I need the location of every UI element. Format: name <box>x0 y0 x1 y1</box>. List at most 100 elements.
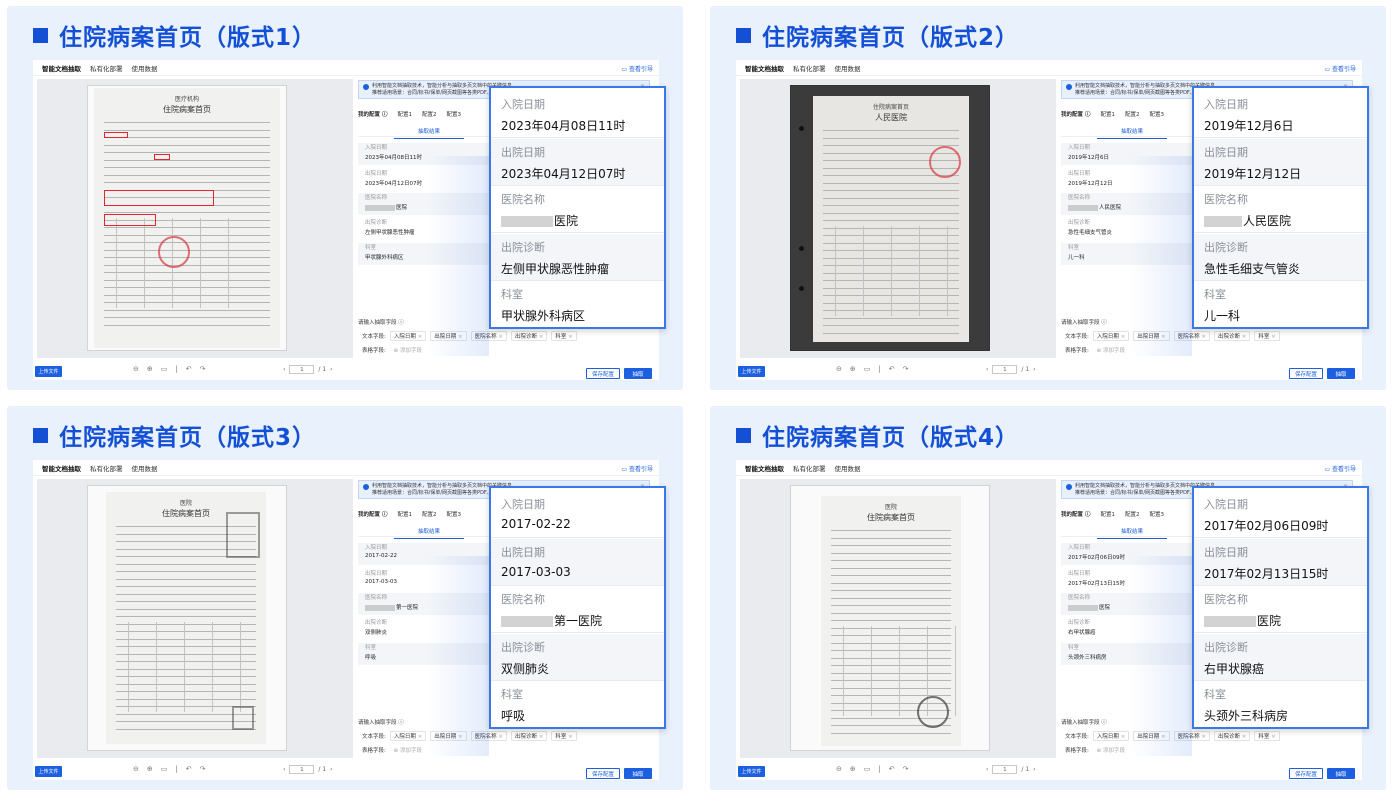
config-tab-1[interactable]: 配置1 <box>397 510 412 518</box>
config-tab-1[interactable]: 配置1 <box>1100 510 1115 518</box>
zoom-in-icon[interactable]: ⊕ <box>850 365 856 373</box>
tab-smart-extract[interactable]: 智能文档抽取 <box>745 63 784 73</box>
help-icon[interactable]: ⓘ <box>398 720 404 726</box>
page-input[interactable]: 1 <box>289 365 315 374</box>
field-chip[interactable]: 入院日期 × <box>1092 331 1130 341</box>
field-chip[interactable]: 出院诊断 × <box>1213 731 1251 741</box>
save-config-button[interactable]: 保存配置 <box>1289 768 1323 779</box>
chevron-left-icon[interactable]: ‹ <box>283 366 285 373</box>
close-icon[interactable]: × <box>1240 334 1247 340</box>
zoom-in-icon[interactable]: ⊕ <box>850 765 856 773</box>
extract-button[interactable]: 抽取 <box>1327 368 1355 379</box>
zoom-in-icon[interactable]: ⊕ <box>147 765 153 773</box>
tab-private-deploy[interactable]: 私有化部署 <box>793 463 826 473</box>
field-chip[interactable]: 科室 × <box>551 731 577 741</box>
tab-smart-extract[interactable]: 智能文档抽取 <box>42 63 81 73</box>
config-tab-2[interactable]: 配置2 <box>1125 510 1140 518</box>
view-guide-link[interactable]: ▭ 查看引导 <box>1324 64 1356 73</box>
fit-icon[interactable]: ▭ <box>161 765 168 773</box>
help-icon[interactable]: ⓘ <box>1085 512 1091 518</box>
field-chip[interactable]: 入院日期 × <box>1092 731 1130 741</box>
chevron-right-icon[interactable]: › <box>1033 766 1035 773</box>
rotate-left-icon[interactable]: ↶ <box>186 365 192 373</box>
close-icon[interactable]: × <box>537 334 544 340</box>
config-tab-2[interactable]: 配置2 <box>422 110 437 118</box>
close-icon[interactable]: × <box>1200 734 1206 740</box>
close-icon[interactable]: × <box>416 734 423 740</box>
chevron-left-icon[interactable]: ‹ <box>986 766 988 773</box>
close-icon[interactable]: × <box>1119 734 1126 740</box>
view-guide-link[interactable]: ▭ 查看引导 <box>1324 464 1356 473</box>
view-guide-link[interactable]: ▭ 查看引导 <box>621 64 653 73</box>
close-icon[interactable]: × <box>1240 734 1247 740</box>
rotate-left-icon[interactable]: ↶ <box>889 765 895 773</box>
save-config-button[interactable]: 保存配置 <box>586 768 620 779</box>
close-icon[interactable]: × <box>497 334 503 340</box>
close-icon[interactable]: × <box>566 334 573 340</box>
tab-private-deploy[interactable]: 私有化部署 <box>793 63 826 73</box>
zoom-out-icon[interactable]: ⊖ <box>836 365 842 373</box>
help-icon[interactable]: ⓘ <box>398 320 404 326</box>
close-icon[interactable]: × <box>566 734 573 740</box>
upload-file-button[interactable]: 上传文件 <box>738 366 765 377</box>
chevron-right-icon[interactable]: › <box>330 366 332 373</box>
tab-extract-result[interactable]: 抽取结果 <box>1097 527 1167 539</box>
config-tab-1[interactable]: 配置1 <box>397 110 412 118</box>
extract-button[interactable]: 抽取 <box>624 368 652 379</box>
close-icon[interactable]: × <box>1269 334 1276 340</box>
close-icon[interactable]: × <box>1119 334 1126 340</box>
add-field-button[interactable]: ⊕ 添加字段 <box>1097 348 1125 354</box>
rotate-right-icon[interactable]: ↷ <box>200 365 206 373</box>
tab-usage-data[interactable]: 使用数据 <box>835 463 861 473</box>
tab-private-deploy[interactable]: 私有化部署 <box>90 63 123 73</box>
config-tab-3[interactable]: 配置3 <box>1149 510 1164 518</box>
add-field-button[interactable]: ⊕ 添加字段 <box>1097 748 1125 754</box>
help-icon[interactable]: ⓘ <box>1101 320 1107 326</box>
tab-smart-extract[interactable]: 智能文档抽取 <box>745 463 784 473</box>
chevron-left-icon[interactable]: ‹ <box>986 366 988 373</box>
upload-file-button[interactable]: 上传文件 <box>35 766 62 777</box>
field-chip[interactable]: 入院日期 × <box>389 731 427 741</box>
tab-usage-data[interactable]: 使用数据 <box>835 63 861 73</box>
field-chip[interactable]: 入院日期 × <box>389 331 427 341</box>
view-guide-link[interactable]: ▭ 查看引导 <box>621 464 653 473</box>
upload-file-button[interactable]: 上传文件 <box>738 766 765 777</box>
zoom-out-icon[interactable]: ⊖ <box>133 765 139 773</box>
close-icon[interactable]: × <box>1269 734 1276 740</box>
config-tab-3[interactable]: 配置3 <box>1149 110 1164 118</box>
config-tab-3[interactable]: 配置3 <box>446 110 461 118</box>
save-config-button[interactable]: 保存配置 <box>586 368 620 379</box>
field-chip[interactable]: 出院诊断 × <box>1213 331 1251 341</box>
page-input[interactable]: 1 <box>289 765 315 774</box>
config-tab-2[interactable]: 配置2 <box>1125 110 1140 118</box>
tab-extract-result[interactable]: 抽取结果 <box>394 527 464 539</box>
upload-file-button[interactable]: 上传文件 <box>35 366 62 377</box>
config-tab-3[interactable]: 配置3 <box>446 510 461 518</box>
close-icon[interactable]: × <box>497 734 503 740</box>
field-chip[interactable]: 科室 × <box>1254 331 1280 341</box>
help-icon[interactable]: ⓘ <box>382 112 388 118</box>
close-icon[interactable]: × <box>416 334 423 340</box>
chevron-right-icon[interactable]: › <box>330 766 332 773</box>
rotate-right-icon[interactable]: ↷ <box>903 765 909 773</box>
zoom-in-icon[interactable]: ⊕ <box>147 365 153 373</box>
field-chip[interactable]: 科室 × <box>551 331 577 341</box>
save-config-button[interactable]: 保存配置 <box>1289 368 1323 379</box>
close-icon[interactable]: × <box>537 734 544 740</box>
add-field-button[interactable]: ⊕ 添加字段 <box>394 748 422 754</box>
chevron-left-icon[interactable]: ‹ <box>283 766 285 773</box>
tab-usage-data[interactable]: 使用数据 <box>132 63 158 73</box>
page-input[interactable]: 1 <box>992 765 1018 774</box>
fit-icon[interactable]: ▭ <box>864 365 871 373</box>
zoom-out-icon[interactable]: ⊖ <box>836 765 842 773</box>
field-chip[interactable]: 科室 × <box>1254 731 1280 741</box>
zoom-out-icon[interactable]: ⊖ <box>133 365 139 373</box>
fit-icon[interactable]: ▭ <box>161 365 168 373</box>
tab-private-deploy[interactable]: 私有化部署 <box>90 463 123 473</box>
help-icon[interactable]: ⓘ <box>1085 112 1091 118</box>
tab-extract-result[interactable]: 抽取结果 <box>1097 127 1167 139</box>
tab-extract-result[interactable]: 抽取结果 <box>394 127 464 139</box>
rotate-right-icon[interactable]: ↷ <box>200 765 206 773</box>
chevron-right-icon[interactable]: › <box>1033 366 1035 373</box>
page-input[interactable]: 1 <box>992 365 1018 374</box>
